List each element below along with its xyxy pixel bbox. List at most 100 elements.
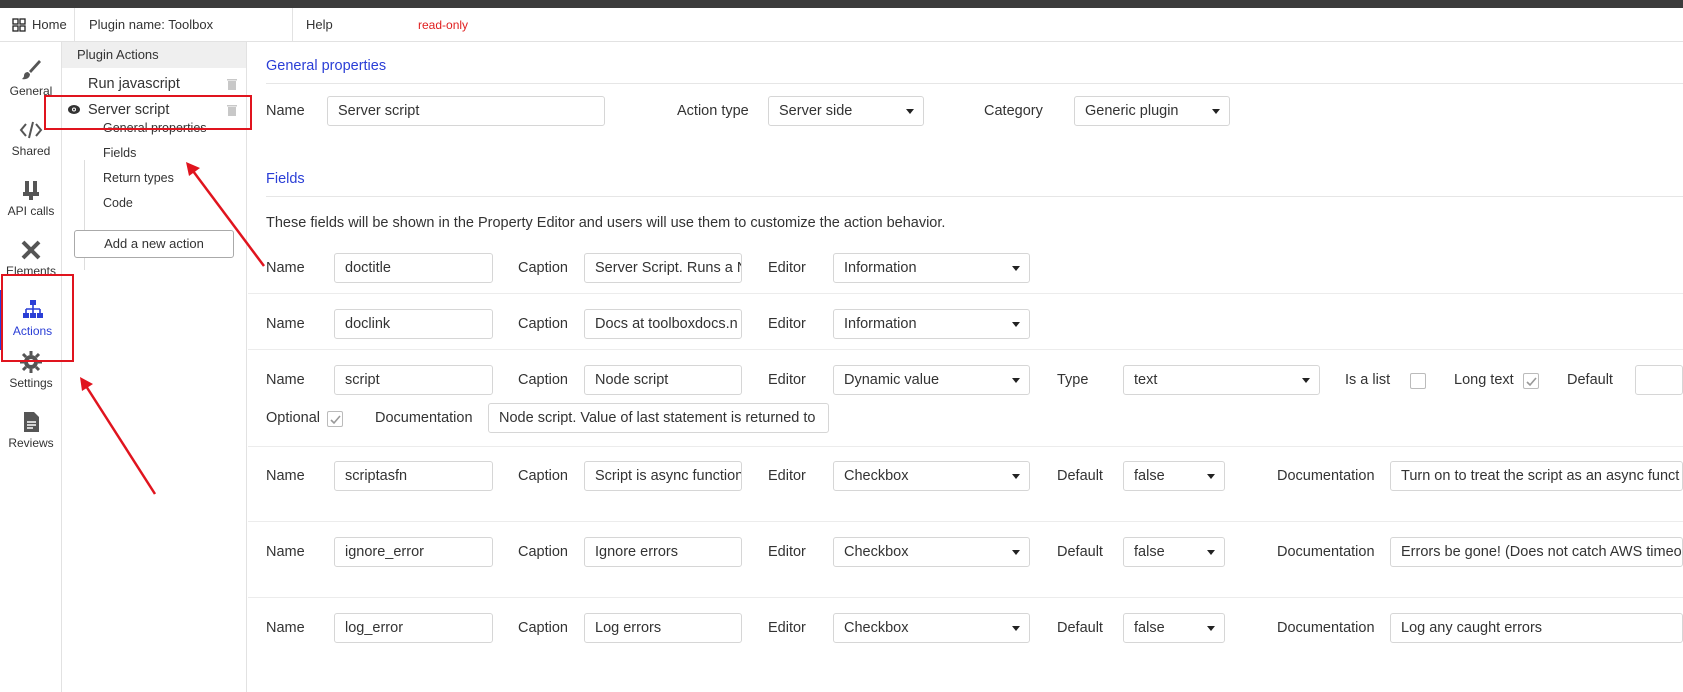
row-divider — [248, 293, 1683, 294]
field-caption-input[interactable]: Script is async function — [584, 461, 742, 491]
nav-reviews[interactable]: Reviews — [0, 402, 62, 462]
nav-shared-label: Shared — [11, 144, 51, 158]
is-list-label: Is a list — [1345, 372, 1391, 388]
documentation-label: Documentation — [1277, 544, 1375, 560]
default-label: Default — [1057, 468, 1103, 484]
subitem-code[interactable]: Code — [103, 191, 133, 215]
optional-label: Optional — [266, 410, 321, 426]
highlight-box-server-script — [44, 95, 252, 130]
field-name-input[interactable]: script — [334, 365, 493, 395]
field-editor-select[interactable]: Checkbox — [833, 537, 1030, 567]
field-caption-input[interactable]: Server Script. Runs a N — [584, 253, 742, 283]
chevron-down-icon — [1012, 378, 1020, 383]
chevron-down-icon — [1012, 550, 1020, 555]
help-link[interactable]: Help — [306, 8, 333, 42]
category-select[interactable]: Generic plugin — [1074, 96, 1230, 126]
readonly-badge: read-only — [418, 18, 469, 32]
default-input[interactable] — [1635, 365, 1683, 395]
field-editor-value: Dynamic value — [844, 372, 940, 388]
field-name-input[interactable]: doclink — [334, 309, 493, 339]
home-button[interactable]: Home — [12, 8, 67, 42]
row-divider — [248, 597, 1683, 598]
action-type-select[interactable]: Server side — [768, 96, 924, 126]
plug-icon — [23, 181, 39, 200]
long-text-checkbox[interactable] — [1523, 373, 1539, 389]
fields-title: Fields — [266, 171, 305, 187]
nav-api-calls[interactable]: API calls — [0, 170, 62, 230]
field-caption-input[interactable]: Log errors — [584, 613, 742, 643]
fields-description: These fields will be shown in the Proper… — [266, 215, 946, 231]
default-value: false — [1134, 468, 1165, 484]
plugin-actions-panel: Plugin Actions Run javascript Server scr… — [62, 42, 247, 692]
add-action-button[interactable]: Add a new action — [74, 230, 234, 258]
field-editor-label: Editor — [768, 468, 806, 484]
default-label: Default — [1567, 372, 1613, 388]
field-editor-value: Information — [844, 260, 917, 276]
nav-reviews-label: Reviews — [8, 436, 54, 450]
action-item-run-javascript[interactable]: Run javascript — [62, 72, 247, 96]
general-properties-title: General properties — [266, 58, 387, 74]
row-divider — [248, 446, 1683, 447]
default-select[interactable]: false — [1123, 613, 1225, 643]
section-divider — [266, 83, 1683, 84]
field-name-input[interactable]: doctitle — [334, 253, 493, 283]
default-select[interactable]: false — [1123, 537, 1225, 567]
category-label: Category — [984, 103, 1043, 119]
main-content: General properties Name Server script Ac… — [248, 42, 1683, 692]
documentation-label: Documentation — [1277, 620, 1375, 636]
brush-icon — [22, 60, 41, 80]
field-editor-select[interactable]: Dynamic value — [833, 365, 1030, 395]
chevron-down-icon — [1212, 109, 1220, 114]
default-select[interactable]: false — [1123, 461, 1225, 491]
check-icon — [1526, 377, 1537, 387]
documentation-input[interactable]: Errors be gone! (Does not catch AWS time… — [1390, 537, 1683, 567]
chevron-down-icon — [1207, 550, 1215, 555]
grid-icon — [12, 18, 26, 32]
field-caption-label: Caption — [518, 468, 568, 484]
field-name-label: Name — [266, 316, 305, 332]
field-caption-input[interactable]: Docs at toolboxdocs.n — [584, 309, 742, 339]
subitem-fields[interactable]: Fields — [103, 141, 136, 165]
category-value: Generic plugin — [1085, 103, 1179, 119]
documentation-label: Documentation — [1277, 468, 1375, 484]
field-name-input[interactable]: ignore_error — [334, 537, 493, 567]
field-caption-label: Caption — [518, 544, 568, 560]
field-caption-input[interactable]: Ignore errors — [584, 537, 742, 567]
name-label: Name — [266, 103, 305, 119]
field-editor-value: Checkbox — [844, 620, 909, 636]
divider — [292, 8, 293, 42]
field-name-input[interactable]: log_error — [334, 613, 493, 643]
action-label: Run javascript — [88, 76, 180, 92]
action-name-input[interactable]: Server script — [327, 96, 605, 126]
tools-icon — [21, 240, 41, 260]
field-type-select[interactable]: text — [1123, 365, 1320, 395]
document-icon — [24, 412, 39, 432]
row-divider — [248, 349, 1683, 350]
documentation-input[interactable]: Turn on to treat the script as an async … — [1390, 461, 1683, 491]
trash-icon[interactable] — [227, 78, 237, 90]
field-editor-select[interactable]: Information — [833, 309, 1030, 339]
top-bar: Home Plugin name: Toolbox Help read-only — [0, 8, 1683, 42]
field-editor-label: Editor — [768, 316, 806, 332]
home-label: Home — [32, 17, 67, 32]
field-type-label: Type — [1057, 372, 1089, 388]
is-list-checkbox[interactable] — [1410, 373, 1426, 389]
documentation-input[interactable]: Node script. Value of last statement is … — [488, 403, 829, 433]
field-name-input[interactable]: scriptasfn — [334, 461, 493, 491]
chevron-down-icon — [1207, 474, 1215, 479]
field-caption-input[interactable]: Node script — [584, 365, 742, 395]
divider — [74, 8, 75, 42]
field-editor-label: Editor — [768, 372, 806, 388]
subitem-return-types[interactable]: Return types — [103, 166, 174, 190]
field-editor-select[interactable]: Checkbox — [833, 461, 1030, 491]
default-value: false — [1134, 620, 1165, 636]
field-caption-label: Caption — [518, 620, 568, 636]
chevron-down-icon — [1012, 626, 1020, 631]
field-name-label: Name — [266, 544, 305, 560]
documentation-label: Documentation — [375, 410, 473, 426]
documentation-input[interactable]: Log any caught errors — [1390, 613, 1683, 643]
field-editor-select[interactable]: Information — [833, 253, 1030, 283]
field-editor-select[interactable]: Checkbox — [833, 613, 1030, 643]
field-name-label: Name — [266, 620, 305, 636]
optional-checkbox[interactable] — [327, 411, 343, 427]
